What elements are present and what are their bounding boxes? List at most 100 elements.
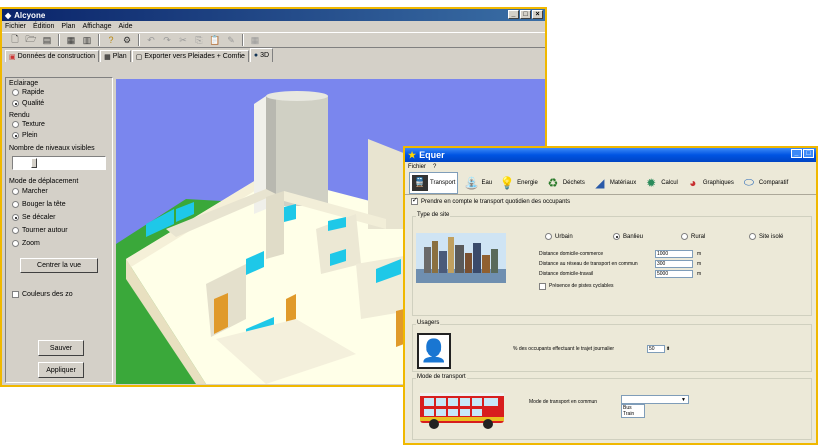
tab-bar: ▣ Données de construction ▦ Plan ▢ Expor… [2,48,545,62]
eclairage-label: Eclairage [9,80,39,87]
module-dechets[interactable]: ♻ Déchets [543,173,587,193]
radio-rural[interactable]: Rural [675,231,743,242]
radio-urbain[interactable]: Urbain [539,231,607,242]
building-icon: ▣ [9,53,16,61]
module-energie[interactable]: 💡 Energie [497,173,540,193]
tab-donnees[interactable]: ▣ Données de construction [5,50,100,62]
module-calcul[interactable]: ✹ Calcul [641,173,680,193]
menu-plan[interactable]: Plan [61,23,75,30]
radio-site-isole[interactable]: Site isolé [743,231,811,242]
equer-menu-fichier[interactable]: Fichier [408,164,426,170]
compare-icon: ⬭ [743,175,755,189]
pencil-icon[interactable]: ✎ [224,34,238,47]
tab-3d[interactable]: ● 3D [249,48,274,62]
module-comparatif[interactable]: ⬭ Comparatif [739,173,790,193]
paste-icon[interactable]: 📋 [208,34,222,47]
slider-thumb[interactable] [31,158,37,168]
calculator-icon: ✹ [646,175,657,190]
menu-aide[interactable]: Aide [119,23,133,30]
radio-banlieu[interactable]: Banlieu [607,231,675,242]
menu-fichier[interactable]: Fichier [5,23,26,30]
grid-icon[interactable]: ▦ [248,34,262,47]
type-site-label: Type de site [416,212,451,218]
mode-label: Mode de déplacement [9,178,79,185]
copy-icon[interactable]: ⎘ [192,34,206,47]
rendu-label: Rendu [9,112,30,119]
centrer-vue-button[interactable]: Centrer la vue [20,258,98,273]
equer-maximize-button[interactable]: □ [803,149,814,158]
lightbulb-icon: 💡 [499,175,515,190]
person-icon: 👤 [417,333,451,369]
field-commerce: Distance domicile-commerce 1000 m [539,250,702,258]
module-eau[interactable]: ⛲ Eau [461,173,494,193]
equer-menu-help[interactable]: ? [433,164,436,170]
niveaux-slider[interactable] [12,156,106,170]
radio-se-decaler[interactable]: Se décaler [6,211,112,224]
equer-window-title: Equer [419,150,445,160]
prendre-checkbox[interactable]: ✓ Prendre en compte le transport quotidi… [405,195,816,208]
maximize-button[interactable]: □ [520,10,531,19]
transport-dropdown[interactable]: ▼ [621,395,689,404]
undo-icon[interactable]: ↶ [144,34,158,47]
dropdown-option-train[interactable]: Train [622,411,644,417]
menubar: Fichier Édition Plan Affichage Aide [2,21,545,32]
equer-app-icon: ★ [408,149,417,160]
bus-image [420,393,504,429]
export-icon: ▢ [135,53,143,61]
module-toolbar: 🚆 Transport ⛲ Eau 💡 Energie ♻ Déchets ◢ … [405,171,816,195]
radio-marcher[interactable]: Marcher [6,185,112,198]
help-icon[interactable]: ? [104,34,118,47]
occupants-spinner[interactable]: ⬍ [666,346,670,352]
module-graphiques[interactable]: ◕ Graphiques [683,173,736,193]
commerce-input[interactable]: 1000 [655,250,693,258]
alcyone-titlebar[interactable]: ◆ Alcyone _ □ × [2,9,545,21]
transport-icon: 🚆 [412,174,428,191]
toolbar: 🗋 🗁 ▤ ▦ ▥ ? ⚙ ↶ ↷ ✂ ⎘ 📋 ✎ ▦ [2,32,545,48]
radio-rapide[interactable]: Rapide [6,87,112,98]
close-button[interactable]: × [532,10,543,19]
open-file-icon[interactable]: 🗁 [24,34,38,47]
cut-icon[interactable]: ✂ [176,34,190,47]
travail-input[interactable]: 5000 [655,270,693,278]
radio-zoom[interactable]: Zoom [6,237,112,250]
pistes-checkbox[interactable]: Présence de pistes cyclables [539,281,701,291]
module-materiaux[interactable]: ◢ Matériaux [590,173,638,193]
field-transport-commun: Distance au réseau de transport en commu… [539,260,702,268]
radio-texture[interactable]: Texture [6,119,112,130]
equer-minimize-button[interactable]: _ [791,149,802,158]
redo-icon[interactable]: ↷ [160,34,174,47]
tab-plan[interactable]: ▦ Plan [100,50,131,62]
couleurs-checkbox[interactable]: Couleurs des zo [6,291,112,298]
radio-tourner-autour[interactable]: Tourner autour [6,224,112,237]
materials-icon: ◢ [595,175,605,190]
module-transport[interactable]: 🚆 Transport [409,171,459,194]
plan-icon: ▦ [104,53,111,61]
occupants-field: % des occupants effectuant le trajet jou… [513,345,671,353]
niveaux-label: Nombre de niveaux visibles [9,145,95,152]
radio-qualite[interactable]: Qualité [6,98,112,109]
new-file-icon[interactable]: 🗋 [8,34,22,47]
chart-icon: ◕ [689,175,697,190]
mode-transport-label: Mode de transport [416,374,467,380]
appliquer-button[interactable]: Appliquer [38,362,84,378]
sauver-button[interactable]: Sauver [38,340,84,356]
radio-plein[interactable]: Plein [6,130,112,141]
recycle-icon: ♻ [547,175,559,190]
mode-transport-section: Mode de transport Mode de transport en c… [412,374,812,440]
radio-bouger-tete[interactable]: Bouger la tête [6,198,112,211]
transport-commun-input[interactable]: 300 [655,260,693,268]
minimize-button[interactable]: _ [508,10,519,19]
equer-titlebar[interactable]: ★ Equer _ □ [405,148,816,162]
tab-export[interactable]: ▢ Exporter vers Pleiades + Comfie [131,50,249,62]
occupants-input[interactable]: 50 [647,345,665,353]
save-icon[interactable]: ▤ [40,34,54,47]
equer-menubar: Fichier ? [405,162,816,171]
print-icon[interactable]: ▦ [64,34,78,47]
type-site-section: Type de site Urbain Banlieu Rural Site i… [412,212,812,316]
print-preview-icon[interactable]: ▥ [80,34,94,47]
app-icon: ◆ [5,10,12,20]
menu-edition[interactable]: Édition [33,23,54,30]
equer-window: ★ Equer _ □ Fichier ? 🚆 Transport ⛲ Eau … [403,146,818,445]
settings-icon[interactable]: ⚙ [120,34,134,47]
menu-affichage[interactable]: Affichage [82,23,111,30]
